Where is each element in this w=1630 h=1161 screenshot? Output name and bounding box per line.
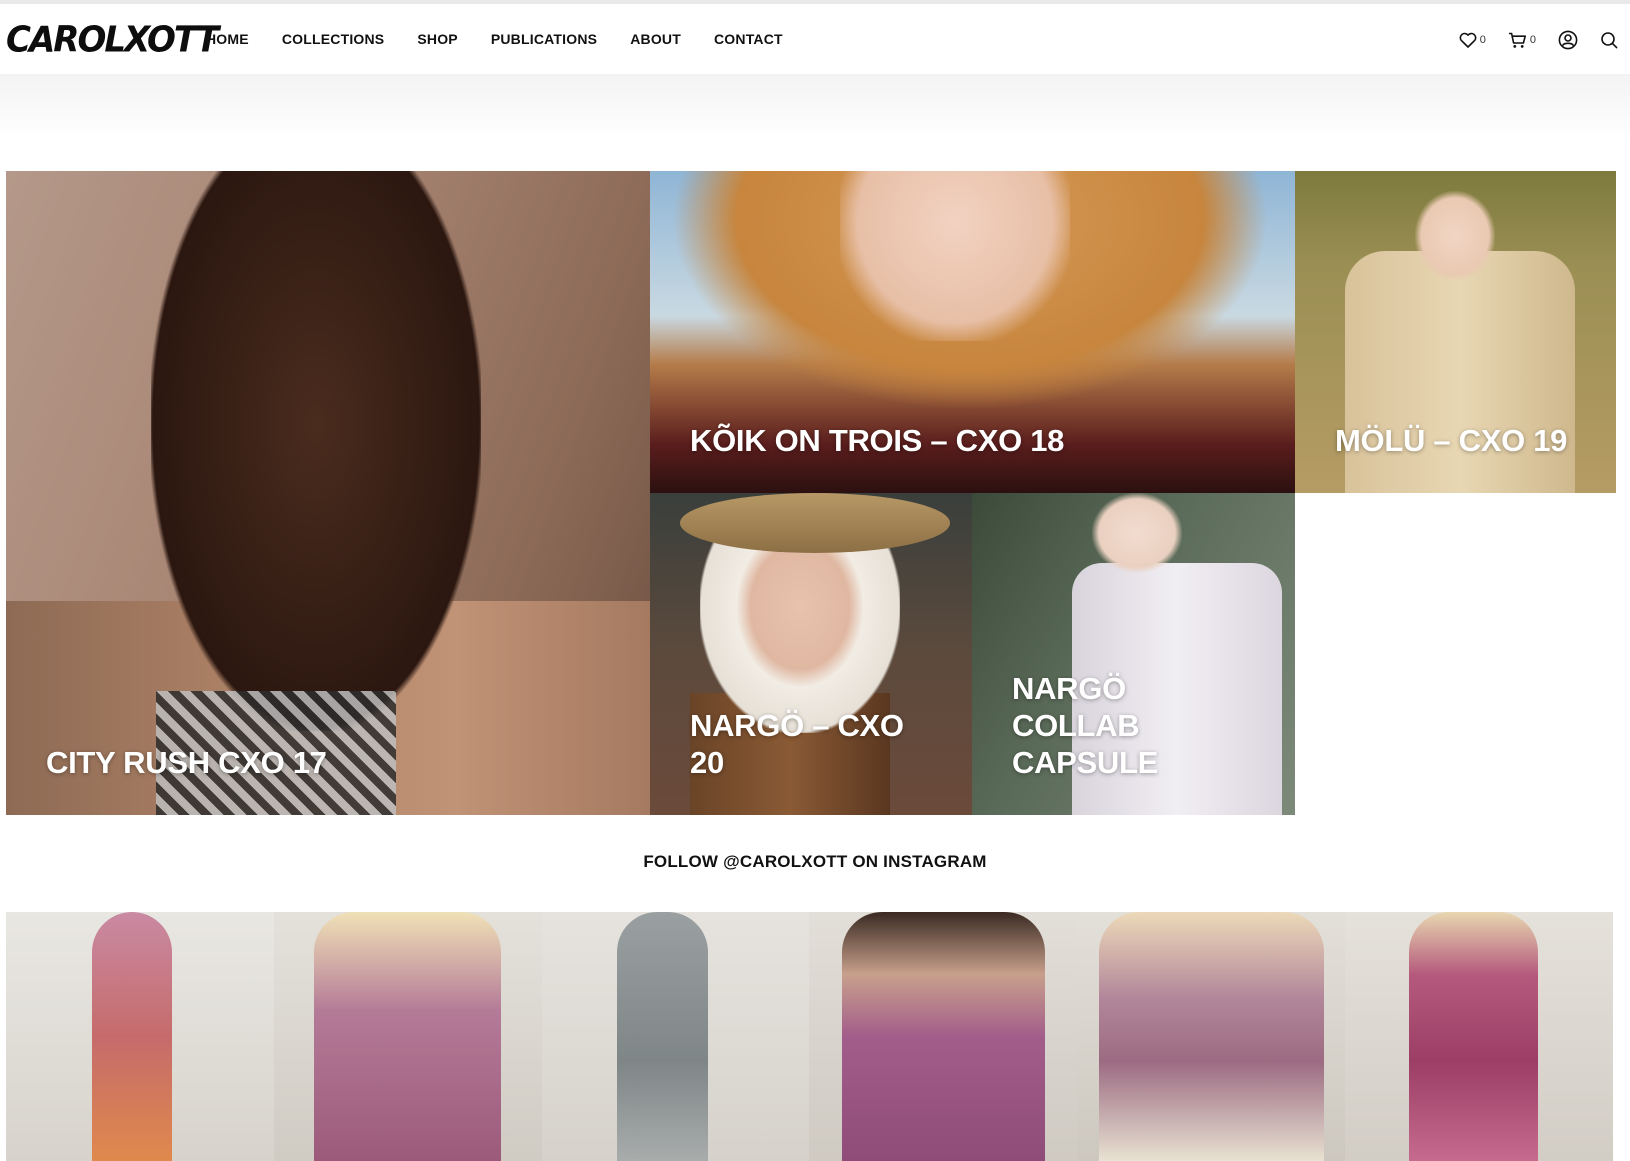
- site-logo[interactable]: CAROLXOTT: [6, 19, 219, 61]
- collection-image-portrait: [1092, 493, 1182, 573]
- main-navigation: HOME COLLECTIONS SHOP PUBLICATIONS ABOUT…: [206, 31, 816, 47]
- header-shadow: [0, 74, 1630, 140]
- search-button[interactable]: [1600, 31, 1618, 49]
- nav-contact[interactable]: CONTACT: [714, 31, 783, 47]
- instagram-post[interactable]: [1077, 912, 1346, 1161]
- cart-button[interactable]: 0: [1508, 32, 1536, 49]
- instagram-post[interactable]: [541, 912, 810, 1161]
- instagram-post[interactable]: [273, 912, 542, 1161]
- search-icon: [1600, 31, 1618, 49]
- collection-tile-nargo-collab[interactable]: NARGÖ COLLAB CAPSULE: [972, 493, 1295, 815]
- collection-title: CITY RUSH CXO 17: [46, 745, 327, 780]
- collection-image-portrait: [840, 171, 1070, 341]
- instagram-post[interactable]: [809, 912, 1078, 1161]
- instagram-post[interactable]: [1345, 912, 1613, 1161]
- heart-icon: [1459, 32, 1477, 48]
- nav-publications[interactable]: PUBLICATIONS: [491, 31, 597, 47]
- cart-count: 0: [1529, 34, 1536, 46]
- instagram-post[interactable]: [6, 912, 274, 1161]
- collection-image-portrait: [700, 523, 900, 733]
- collection-tile-molu[interactable]: MÖLÜ – CXO 19: [1295, 171, 1616, 493]
- instagram-post-figure: [841, 912, 1046, 1161]
- instagram-heading: FOLLOW @CAROLXOTT ON INSTAGRAM: [643, 852, 987, 871]
- collection-image-hat: [680, 493, 950, 553]
- nav-shop[interactable]: SHOP: [417, 31, 457, 47]
- instagram-post-figure: [314, 912, 502, 1161]
- collection-tile-koik-on-trois[interactable]: KÕIK ON TROIS – CXO 18: [650, 171, 1295, 493]
- collection-image-portrait: [151, 171, 481, 731]
- wishlist-button[interactable]: 0: [1459, 32, 1486, 48]
- instagram-post-figure: [616, 912, 708, 1161]
- collection-image-portrait: [1415, 191, 1495, 281]
- collection-tile-nargo[interactable]: NARGÖ – CXO 20: [650, 493, 972, 815]
- instagram-post-figure: [91, 912, 173, 1161]
- site-header: CAROLXOTT HOME COLLECTIONS SHOP PUBLICAT…: [0, 4, 1630, 74]
- nav-about[interactable]: ABOUT: [630, 31, 681, 47]
- collection-title: NARGÖ – CXO 20: [690, 708, 904, 780]
- account-button[interactable]: [1558, 30, 1578, 50]
- collection-title: KÕIK ON TROIS – CXO 18: [690, 423, 1065, 458]
- user-icon: [1558, 30, 1578, 50]
- instagram-feed: [6, 912, 1613, 1161]
- header-actions: 0 0: [1437, 30, 1618, 50]
- instagram-post-figure: [1409, 912, 1538, 1161]
- cart-icon: [1508, 32, 1527, 49]
- collection-title: MÖLÜ – CXO 19: [1335, 423, 1568, 458]
- collection-title: NARGÖ COLLAB CAPSULE: [1012, 671, 1159, 780]
- collection-tile-city-rush[interactable]: CITY RUSH CXO 17: [6, 171, 650, 815]
- nav-collections[interactable]: COLLECTIONS: [282, 31, 385, 47]
- nav-home[interactable]: HOME: [206, 31, 249, 47]
- instagram-post-figure: [1098, 912, 1324, 1161]
- wishlist-count: 0: [1479, 34, 1486, 46]
